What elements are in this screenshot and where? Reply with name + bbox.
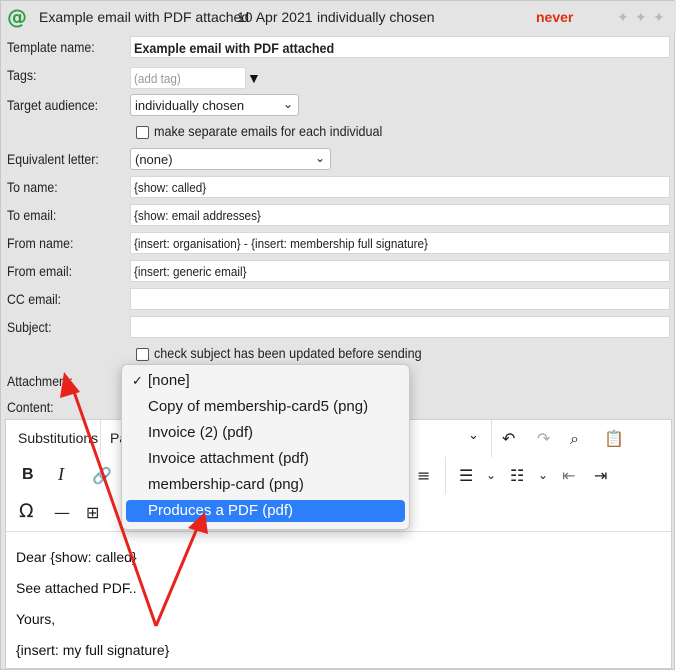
annotation-arrows	[60, 372, 208, 627]
red-arrow	[70, 385, 200, 627]
arrowhead-icon	[188, 512, 208, 534]
arrowhead-icon	[60, 372, 80, 398]
